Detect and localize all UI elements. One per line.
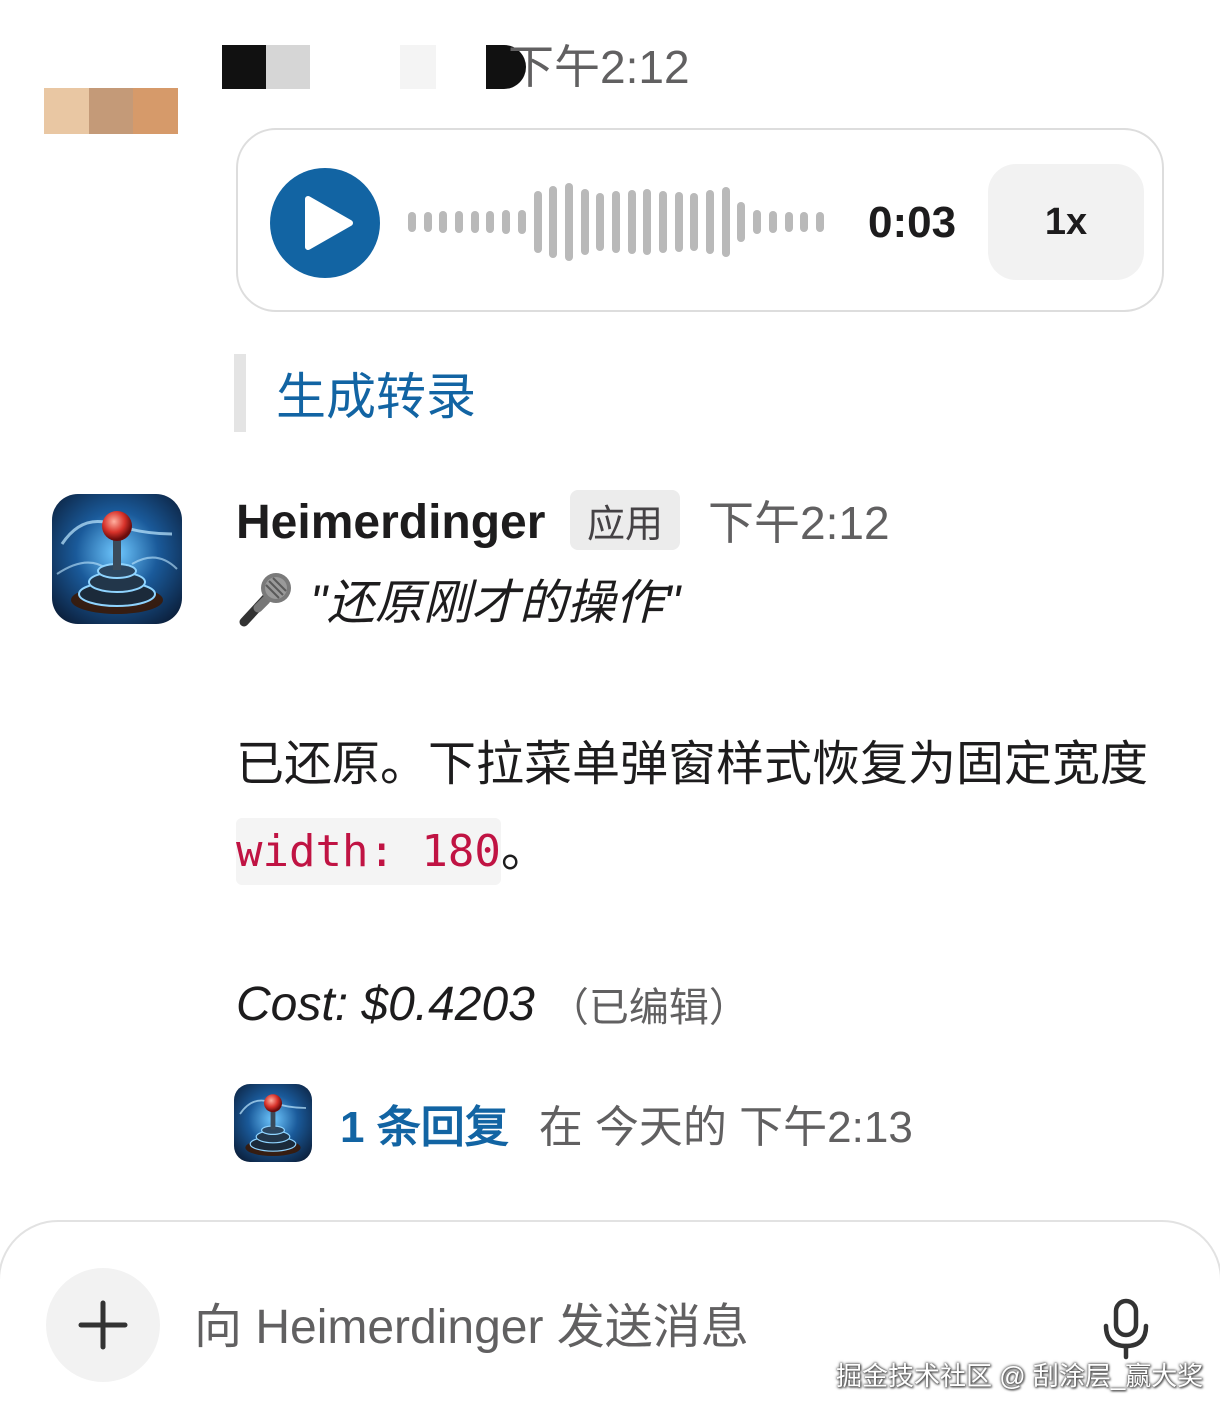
chat-view: 下午2:12 0:03 1x 生成转录 Heimerdinger 应用 下午2:… [0, 0, 1220, 1422]
heimerdinger-avatar-icon [234, 1084, 312, 1162]
message-body-suffix: 。 [500, 824, 549, 877]
audio-waveform[interactable] [408, 182, 824, 262]
sender-name[interactable]: Heimerdinger [236, 494, 545, 552]
voice-record-button[interactable] [1098, 1296, 1154, 1362]
add-attachment-button[interactable] [46, 1268, 160, 1382]
voice-quote: "还原刚才的操作" [310, 577, 681, 630]
message-body-text: 已还原。下拉菜单弹窗样式恢复为固定宽度 [236, 738, 1149, 791]
message-input[interactable] [194, 1292, 1054, 1362]
voice-transcription: "还原刚才的操作" [236, 566, 680, 630]
cost-line: Cost: $0.4203 （已编辑） [236, 972, 749, 1036]
message-timestamp[interactable]: 下午2:12 [708, 494, 890, 552]
redacted-user-avatar[interactable] [44, 88, 179, 134]
thread-replies[interactable]: 1 条回复 在 今天的 下午2:13 [234, 1084, 913, 1162]
watermark: 掘金技术社区 @ 刮涂层_赢大奖 [836, 1361, 1204, 1391]
app-badge: 应用 [570, 490, 680, 550]
play-button[interactable] [270, 168, 380, 278]
play-icon [305, 196, 353, 250]
message-timestamp[interactable]: 下午2:12 [508, 38, 690, 96]
edited-label: （已编辑） [548, 986, 749, 1030]
cost-text: Cost: $0.4203 [236, 977, 535, 1031]
microphone-emoji-icon [239, 573, 291, 627]
generate-transcript-link[interactable]: 生成转录 [234, 354, 476, 432]
bot-avatar[interactable] [52, 494, 182, 624]
microphone-icon [1103, 1298, 1149, 1360]
heimerdinger-avatar-icon [52, 494, 182, 624]
audio-player: 0:03 1x [236, 128, 1164, 312]
inline-code: width: 180 [236, 818, 501, 885]
reply-count-link[interactable]: 1 条回复 [340, 1091, 509, 1155]
playback-speed-button[interactable]: 1x [988, 164, 1144, 280]
redacted-sender-name[interactable] [222, 45, 526, 89]
message-body: 已还原。下拉菜单弹窗样式恢复为固定宽度 width: 180。 [236, 722, 1176, 895]
reply-avatar [234, 1084, 312, 1162]
reply-time: 在 今天的 下午2:13 [538, 1103, 913, 1152]
audio-duration: 0:03 [868, 198, 957, 247]
plus-icon [78, 1300, 128, 1350]
